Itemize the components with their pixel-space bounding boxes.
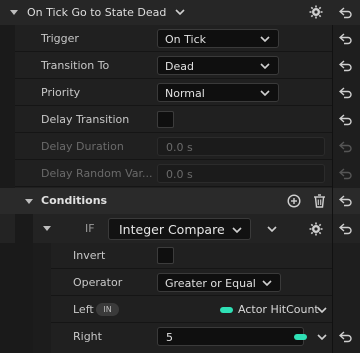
left-operand-value[interactable]: Actor HitCount (238, 303, 319, 316)
indent-rail (15, 243, 33, 353)
operator-value: Greater or Equal (165, 277, 256, 290)
conditions-header[interactable]: Conditions (0, 188, 360, 214)
invert-label: Invert (73, 249, 106, 262)
delay-transition-row: Delay Transition (15, 107, 332, 133)
left-label: Left (73, 303, 94, 316)
right-operand-field[interactable]: 5 (157, 327, 307, 346)
delay-duration-field: 0.0 s (157, 137, 325, 156)
transition-to-row: Transition To Dead (15, 53, 332, 79)
delay-random-value: 0.0 s (166, 168, 193, 181)
chevron-down-icon[interactable] (317, 307, 327, 313)
chevron-down-icon (262, 280, 272, 286)
trigger-label: Trigger (41, 32, 79, 45)
reset-arrow-icon (339, 168, 352, 180)
property-pin-icon (294, 334, 307, 340)
chevron-down-icon (232, 227, 242, 233)
trigger-row: Trigger On Tick (15, 26, 332, 52)
transition-to-dropdown[interactable]: Dead (157, 56, 279, 75)
reset-arrow-icon[interactable] (339, 7, 352, 19)
add-circle-icon[interactable] (287, 194, 301, 208)
operator-row: Operator Greater or Equal (51, 270, 332, 296)
priority-label: Priority (41, 86, 81, 99)
right-label: Right (73, 330, 102, 343)
trigger-dropdown[interactable]: On Tick (157, 29, 279, 48)
indent-rail (33, 243, 51, 353)
caret-down-icon[interactable] (10, 10, 18, 15)
caret-down-icon[interactable] (25, 199, 33, 204)
reset-arrow-icon[interactable] (339, 33, 352, 45)
reset-arrow-icon[interactable] (339, 114, 352, 126)
chevron-down-icon (260, 63, 270, 69)
transition-to-value: Dead (165, 60, 194, 73)
priority-dropdown[interactable]: Normal (157, 83, 279, 102)
settings-gear-icon[interactable] (309, 222, 323, 236)
chevron-down-icon[interactable] (267, 226, 277, 232)
condition-item-header[interactable]: IF Integer Compare (0, 214, 360, 243)
condition-type-dropdown[interactable]: Integer Compare (108, 218, 251, 240)
operator-dropdown[interactable]: Greater or Equal (157, 273, 281, 292)
delay-duration-label: Delay Duration (41, 140, 124, 153)
reset-arrow-icon[interactable] (339, 195, 352, 207)
delay-transition-checkbox[interactable] (157, 111, 174, 128)
reset-arrow-icon[interactable] (339, 60, 352, 72)
invert-row: Invert (51, 243, 332, 269)
transition-to-label: Transition To (41, 59, 110, 72)
reset-arrow-icon[interactable] (339, 87, 352, 99)
priority-value: Normal (165, 87, 205, 100)
delay-random-field: 0.0 s (157, 164, 325, 183)
state-transition-header[interactable]: On Tick Go to State Dead (0, 0, 360, 25)
chevron-down-icon (260, 36, 270, 42)
priority-row: Priority Normal (15, 80, 332, 106)
delay-random-label: Delay Random Var... (41, 167, 153, 180)
property-pin-icon (220, 307, 233, 313)
chevron-down-icon[interactable] (175, 9, 185, 15)
reset-arrow-icon[interactable] (339, 223, 352, 235)
condition-type-value: Integer Compare (119, 222, 225, 237)
if-label: IF (85, 222, 95, 235)
trigger-value: On Tick (165, 33, 206, 46)
header-title: On Tick Go to State Dead (27, 6, 167, 19)
column-divider (332, 25, 333, 353)
delay-random-row: Delay Random Var... 0.0 s (15, 161, 332, 187)
chevron-down-icon (260, 90, 270, 96)
right-operand-row: Right 5 (51, 324, 332, 350)
chevron-down-icon[interactable] (317, 334, 327, 340)
trash-icon[interactable] (313, 194, 326, 208)
invert-checkbox[interactable] (157, 247, 174, 264)
left-operand-row: Left IN Actor HitCount (51, 297, 332, 323)
right-operand-value: 5 (166, 331, 173, 344)
conditions-title: Conditions (41, 194, 108, 207)
indent-rail (15, 214, 33, 243)
delay-duration-value: 0.0 s (166, 141, 193, 154)
reset-arrow-icon[interactable] (339, 331, 352, 343)
delay-transition-label: Delay Transition (41, 113, 130, 126)
delay-duration-row: Delay Duration 0.0 s (15, 134, 332, 160)
caret-down-icon[interactable] (43, 226, 51, 231)
operator-label: Operator (73, 276, 123, 289)
reset-arrow-icon (339, 141, 352, 153)
input-badge: IN (96, 303, 119, 316)
settings-gear-icon[interactable] (309, 5, 323, 19)
